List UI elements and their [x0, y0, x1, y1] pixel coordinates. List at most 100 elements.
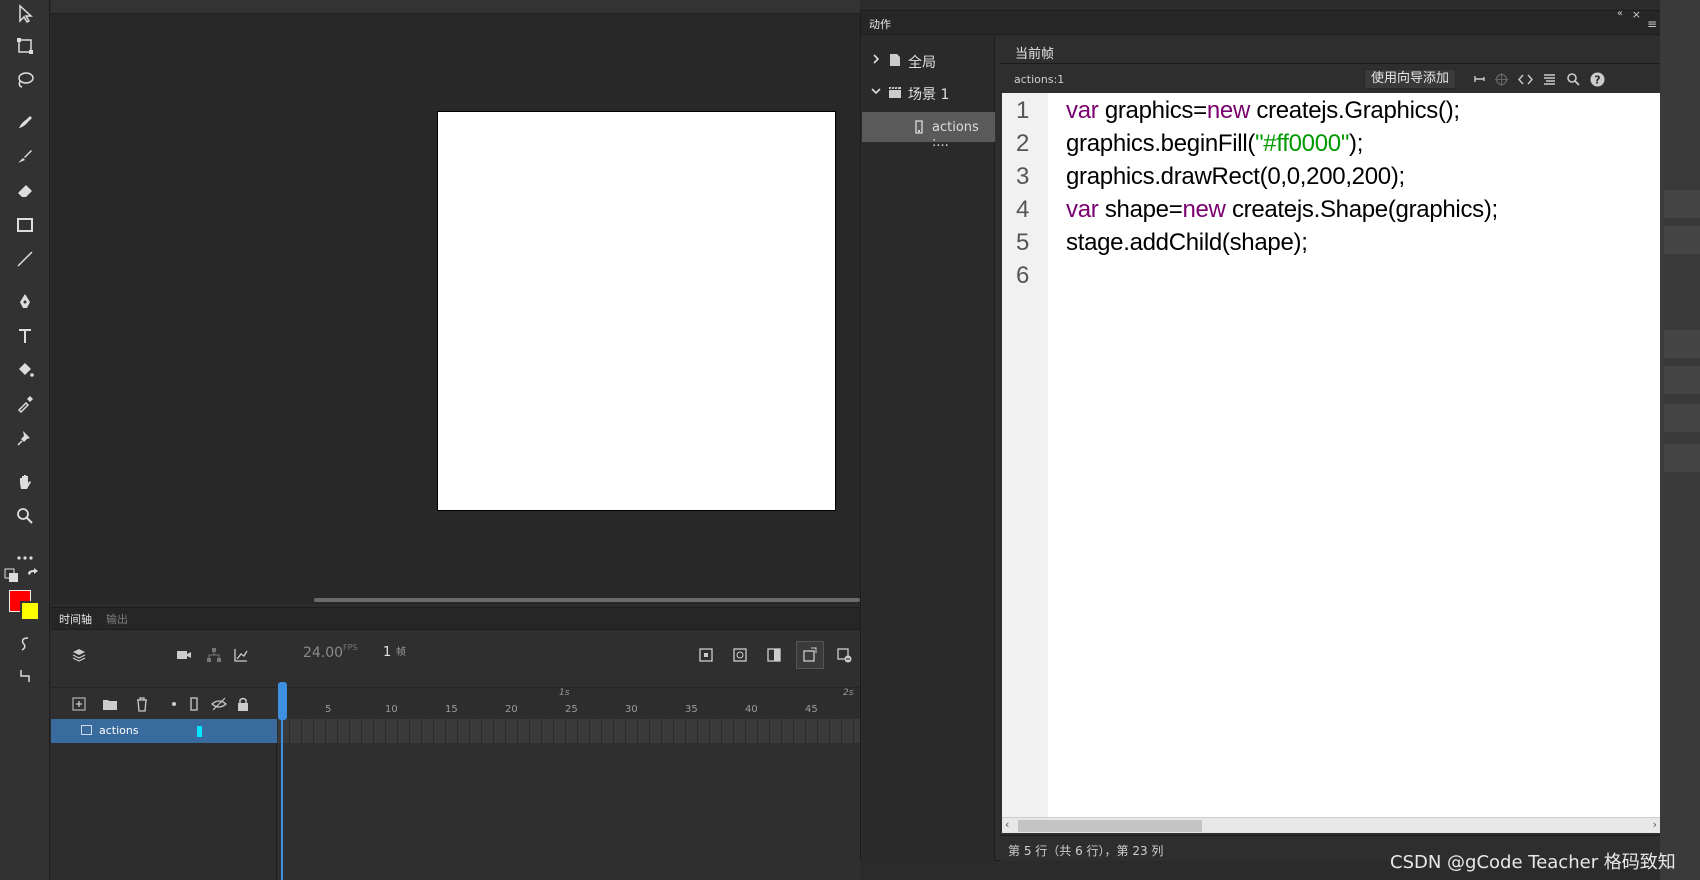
actions-panel-title: 动作: [869, 18, 891, 31]
line-number: 2: [1016, 130, 1030, 157]
eraser-tool-icon[interactable]: [10, 176, 40, 204]
properties-row: [1664, 404, 1700, 432]
frame-cells[interactable]: [278, 719, 860, 743]
ruler-tick-label: 30: [625, 704, 638, 715]
smooth-icon[interactable]: [10, 630, 40, 658]
delete-layer-icon[interactable]: [131, 693, 153, 715]
code-line[interactable]: var graphics=new createjs.Graphics();: [1066, 97, 1460, 125]
editor-toolbar: actions:1 使用向导添加 ?: [1000, 64, 1660, 92]
actions-panel-header: 动作 « × ≡: [861, 8, 1661, 35]
current-frame-tab-label: 当前帧: [1015, 47, 1055, 62]
chevron-down-icon[interactable]: [870, 85, 882, 97]
layer-color-tag[interactable]: [197, 726, 202, 737]
timeline-tabs: 时间轴 输出: [51, 608, 860, 630]
add-using-wizard-button[interactable]: 使用向导添加: [1364, 69, 1457, 89]
camera-icon[interactable]: [173, 644, 195, 666]
layer-parenting-icon[interactable]: [203, 644, 225, 666]
layer-name: actions: [99, 724, 139, 737]
svg-text:?: ?: [1594, 73, 1600, 86]
code-line[interactable]: graphics.drawRect(0,0,200,200);: [1066, 163, 1405, 191]
nav-item-global[interactable]: 全局: [862, 46, 995, 76]
visibility-icon[interactable]: [208, 693, 230, 715]
highlight-dot-icon[interactable]: [163, 693, 185, 715]
current-frame-value[interactable]: 1: [383, 645, 391, 660]
center-frame-icon[interactable]: [695, 644, 717, 666]
collapse-panel-icon[interactable]: «: [1617, 8, 1623, 19]
line-number: 5: [1016, 229, 1030, 256]
fps-value[interactable]: 24.00: [303, 645, 343, 661]
straighten-icon[interactable]: [10, 662, 40, 690]
properties-row: [1664, 330, 1700, 358]
chevron-right-icon[interactable]: [870, 53, 882, 65]
code-snippets-icon[interactable]: [1516, 70, 1534, 88]
search-icon[interactable]: [1564, 70, 1582, 88]
scroll-left-icon[interactable]: ‹: [1005, 818, 1009, 831]
line-number: 1: [1016, 97, 1030, 124]
panel-menu-icon[interactable]: ≡: [1647, 17, 1657, 31]
ruler-tick-label: 5: [325, 704, 332, 715]
swap-colors-icon[interactable]: [24, 566, 44, 586]
edit-multiple-frames-icon[interactable]: [796, 641, 824, 669]
tab-output[interactable]: 输出: [106, 611, 128, 627]
fill-color-swatch[interactable]: [20, 601, 40, 621]
current-frame-tab[interactable]: 当前帧: [1000, 36, 1660, 64]
properties-row: [1664, 190, 1700, 218]
eyedropper-tool-icon[interactable]: [10, 390, 40, 418]
selection-tool-icon[interactable]: [10, 0, 40, 28]
stage-canvas[interactable]: [437, 111, 836, 511]
tools-panel: [0, 0, 50, 880]
clapperboard-icon: [889, 86, 901, 98]
format-code-icon[interactable]: [1540, 70, 1558, 88]
code-line[interactable]: graphics.beginFill("#ff0000");: [1066, 130, 1363, 158]
pin-script-icon[interactable]: [1470, 70, 1488, 88]
paint-brush-tool-icon[interactable]: [10, 108, 40, 136]
code-editor[interactable]: 1 2 3 4 5 6 var graphics=new createjs.Gr…: [1002, 93, 1660, 817]
properties-row: [1664, 444, 1700, 472]
new-folder-icon[interactable]: [99, 693, 121, 715]
stage-horizontal-scrollbar[interactable]: [314, 598, 860, 602]
timeline-panel: 时间轴 输出 24.00 FPS 1 帧 actions 1s 2s 5 10 …: [51, 607, 860, 880]
nav-item-actions[interactable]: actions :...: [862, 112, 995, 150]
nav-item-scene[interactable]: 场景 1: [862, 78, 995, 108]
cursor-position-status: 第 5 行（共 6 行），第 23 列: [1008, 844, 1164, 858]
onion-skin-icon[interactable]: [763, 644, 785, 666]
text-tool-icon[interactable]: [10, 322, 40, 350]
properties-row: [1664, 366, 1700, 394]
close-panel-icon[interactable]: ×: [1632, 8, 1641, 21]
zoom-tool-icon[interactable]: [10, 502, 40, 530]
new-layer-icon[interactable]: [68, 693, 90, 715]
brush-tool-icon[interactable]: [10, 142, 40, 170]
tab-timeline[interactable]: 时间轴: [59, 611, 92, 627]
layer-row-actions[interactable]: actions: [51, 719, 277, 743]
rectangle-tool-icon[interactable]: [10, 211, 40, 239]
scrollbar-thumb[interactable]: [1018, 820, 1202, 832]
ruler-tick-label: 20: [505, 704, 518, 715]
default-colors-icon[interactable]: [2, 566, 22, 586]
help-icon[interactable]: ?: [1588, 70, 1606, 88]
line-tool-icon[interactable]: [10, 245, 40, 273]
graph-icon[interactable]: [230, 644, 252, 666]
free-transform-tool-icon[interactable]: [10, 32, 40, 60]
ruler-tick-label: 15: [445, 704, 458, 715]
pen-tool-icon[interactable]: [10, 288, 40, 316]
loop-icon[interactable]: [729, 644, 751, 666]
line-number: 6: [1016, 262, 1030, 289]
insert-target-icon[interactable]: [1492, 70, 1510, 88]
hand-tool-icon[interactable]: [10, 468, 40, 496]
code-line[interactable]: var shape=new createjs.Shape(graphics);: [1066, 196, 1498, 224]
ruler-second-label: 2s: [843, 688, 854, 698]
lock-icon[interactable]: [232, 693, 254, 715]
remove-frame-icon[interactable]: [833, 644, 855, 666]
code-line[interactable]: stage.addChild(shape);: [1066, 229, 1308, 257]
ruler-tick-label: 25: [565, 704, 578, 715]
outline-icon[interactable]: [183, 693, 205, 715]
frame-script-icon: [915, 120, 923, 134]
frame-unit: 帧: [396, 647, 406, 658]
scroll-right-icon[interactable]: ›: [1653, 818, 1657, 831]
lasso-tool-icon[interactable]: [10, 66, 40, 94]
ruler-tick-label: 45: [805, 704, 818, 715]
code-horizontal-scrollbar[interactable]: ‹ ›: [1002, 817, 1660, 833]
pin-tool-icon[interactable]: [10, 424, 40, 452]
layers-icon[interactable]: [68, 644, 90, 666]
paint-bucket-tool-icon[interactable]: [10, 356, 40, 384]
